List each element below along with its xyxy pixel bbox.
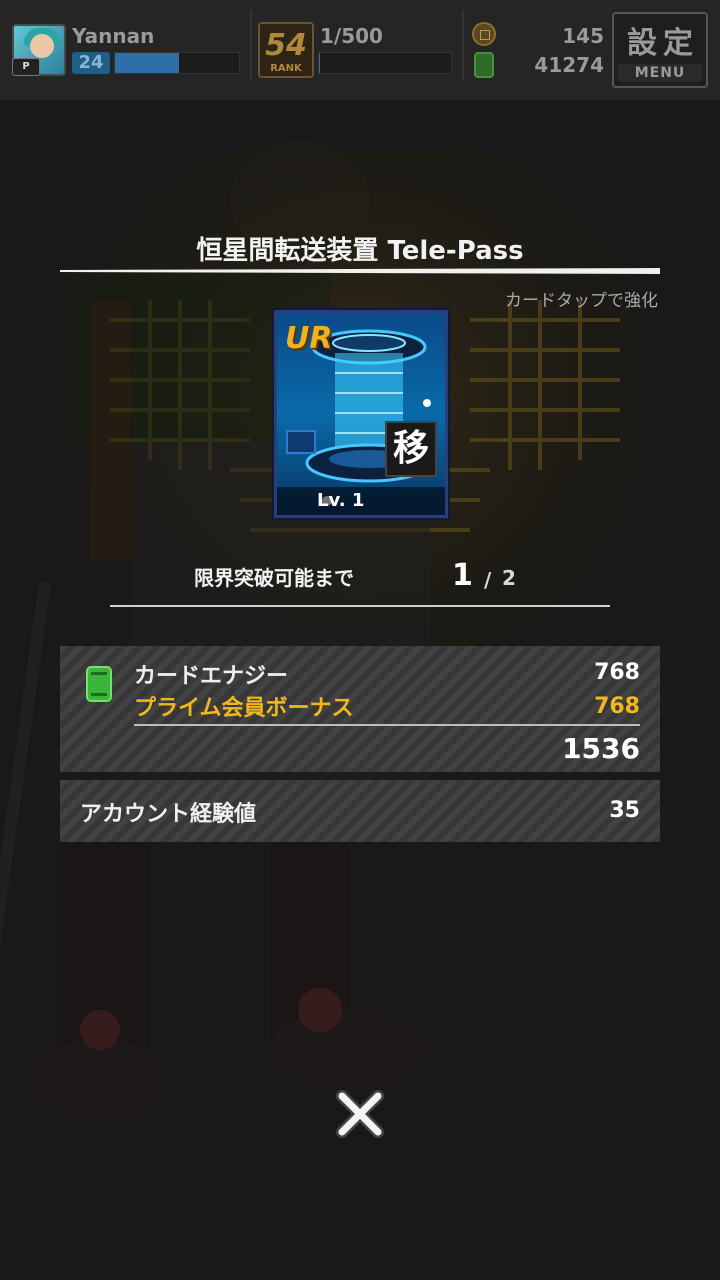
header-divider — [462, 10, 464, 80]
player-exp-bar — [114, 52, 240, 74]
card-energy-label: カードエナジー — [134, 664, 289, 689]
account-exp-panel: アカウント経験値 35 — [60, 780, 660, 842]
card-type-badge: 移 — [385, 421, 437, 477]
modal-title: 恒星間転送装置 Tele-Pass — [196, 236, 524, 266]
card-rarity-badge: UR — [285, 321, 333, 356]
rank-progress: 1/500 — [320, 24, 383, 48]
player-level: 24 — [72, 52, 110, 74]
account-exp-value: 35 — [609, 798, 640, 823]
menu-button[interactable]: 設定 MENU — [612, 12, 708, 88]
limit-break-max: 2 — [502, 566, 516, 590]
prime-bonus-value: 768 — [594, 694, 640, 719]
menu-label: MENU — [618, 64, 702, 82]
rank-icon: 54 RANK — [258, 22, 314, 78]
prime-bonus-label: プライム会員ボーナス — [134, 696, 354, 721]
rank-progress-bar — [318, 52, 452, 74]
menu-kanji-label: 設定 — [627, 26, 699, 61]
close-x-icon — [336, 1090, 384, 1138]
energy-can-icon — [474, 52, 494, 78]
energy-total-value: 1536 — [562, 732, 640, 765]
card-level: Lv. 1 — [317, 490, 365, 511]
limit-break-separator: / — [484, 568, 492, 592]
energy-can-icon — [86, 666, 112, 702]
card-energy-panel: カードエナジー 768 プライム会員ボーナス 768 1536 — [60, 646, 660, 772]
tap-to-enhance-hint: カードタップで強化 — [505, 291, 658, 311]
top-status-bar: P Yannan 24 54 RANK 1/500 145 41274 設定 M… — [0, 0, 720, 100]
energy-count: 41274 — [534, 53, 604, 77]
close-button[interactable] — [330, 1086, 390, 1142]
player-exp-fill — [115, 53, 180, 73]
avatar-face — [30, 34, 54, 58]
account-exp-label: アカウント経験値 — [80, 802, 257, 827]
ur-card[interactable]: UR 移 Lv. 1 — [274, 310, 448, 518]
coin-icon — [472, 22, 496, 46]
limit-break-label: 限界突破可能まで — [194, 566, 354, 590]
limit-break-current: 1 — [452, 558, 473, 593]
prime-badge: P — [12, 58, 40, 76]
rank-word: RANK — [270, 63, 302, 74]
player-name: Yannan — [72, 24, 155, 48]
card-energy-value: 768 — [594, 660, 640, 685]
rank-number: 54 — [265, 28, 307, 63]
energy-total-divider — [134, 724, 640, 726]
coin-count: 145 — [562, 24, 604, 48]
title-underline — [60, 268, 660, 274]
header-divider — [250, 10, 252, 80]
limit-break-divider — [110, 605, 610, 607]
